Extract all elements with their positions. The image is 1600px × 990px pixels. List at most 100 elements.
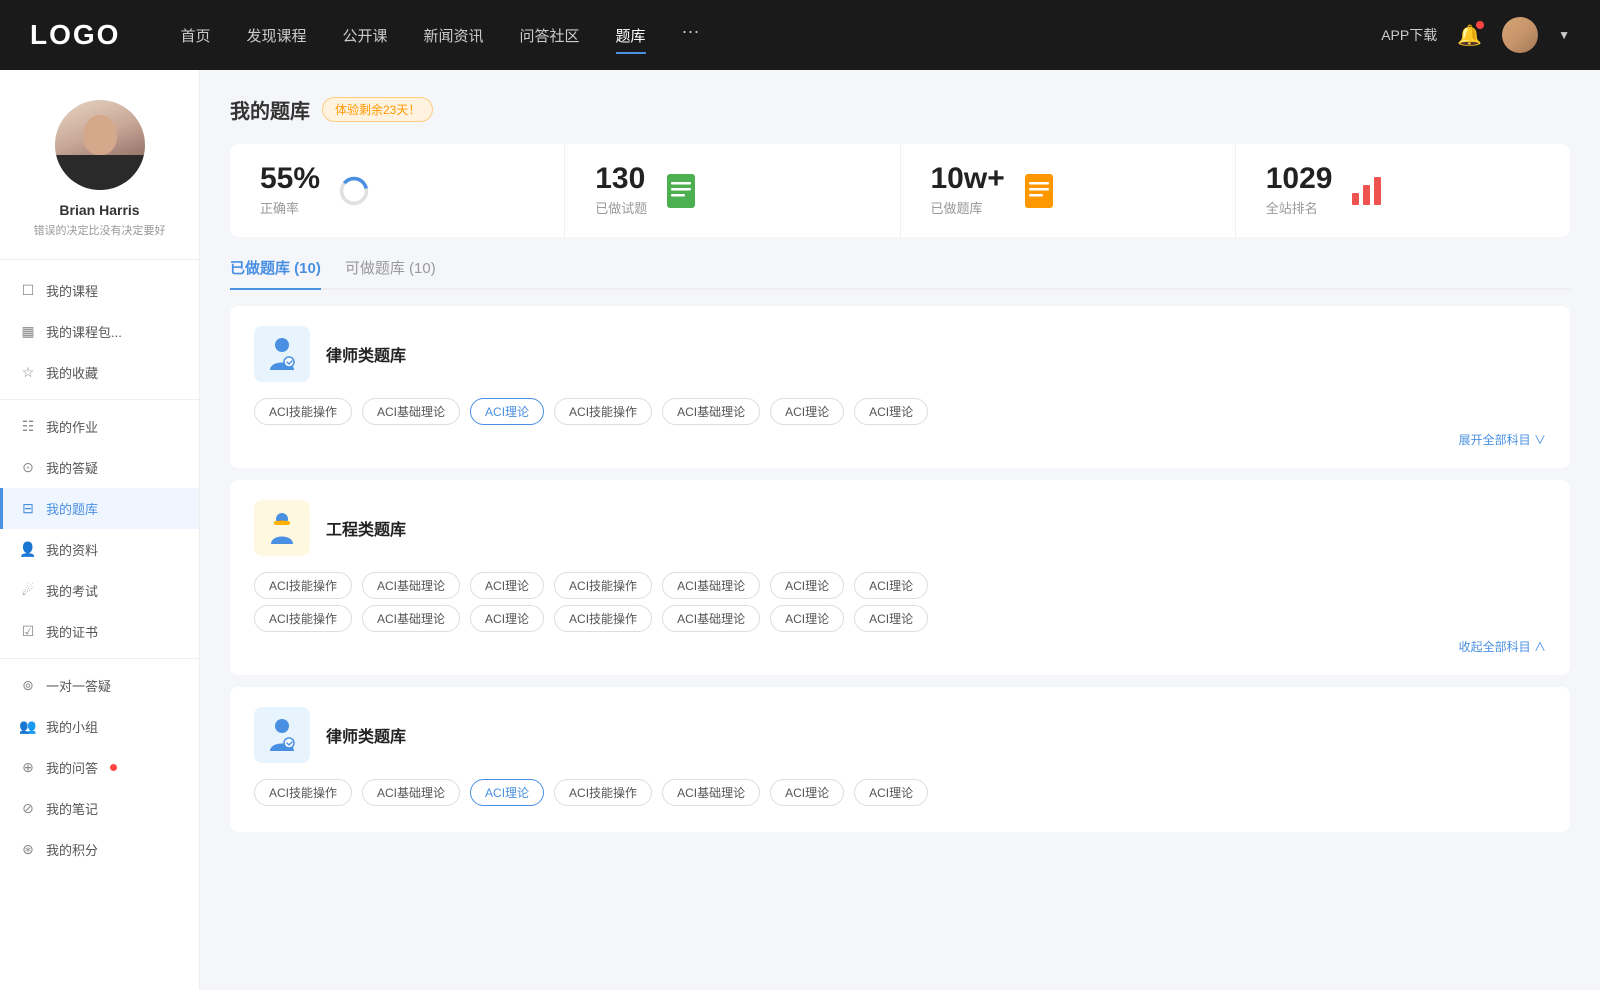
tag[interactable]: ACI理论 [470, 605, 544, 632]
page-title: 我的题库 [230, 95, 310, 124]
done-banks-label: 已做题库 [931, 198, 1005, 217]
user-icon: 👤 [20, 542, 36, 558]
app-download-button[interactable]: APP下载 [1381, 25, 1437, 45]
tabs-row: 已做题库 (10) 可做题库 (10) [230, 257, 1570, 290]
pie-chart-icon [336, 173, 372, 209]
nav-right: APP下载 🔔 ▼ [1381, 17, 1570, 53]
sidebar-item-course-package[interactable]: ▦ 我的课程包... [0, 311, 199, 352]
qbank-title-2: 律师类题库 [326, 723, 406, 747]
sidebar-item-certificate[interactable]: ☑ 我的证书 [0, 611, 199, 652]
trial-badge: 体验剩余23天！ [322, 97, 433, 122]
green-doc-icon [663, 173, 699, 209]
sidebar-item-profile[interactable]: 👤 我的资料 [0, 529, 199, 570]
stat-done-banks: 10w+ 已做题库 [901, 144, 1236, 237]
rank-label: 全站排名 [1266, 198, 1333, 217]
expand-link[interactable]: 展开全部科目 ∨ [254, 431, 1546, 448]
sidebar-item-exam[interactable]: ☄ 我的考试 [0, 570, 199, 611]
tag[interactable]: ACI理论 [470, 572, 544, 599]
tag[interactable]: ACI基础理论 [662, 398, 760, 425]
tag[interactable]: ACI理论 [854, 779, 928, 806]
tag[interactable]: ACI基础理论 [662, 779, 760, 806]
main-content: 我的题库 体验剩余23天！ 55% 正确率 130 [200, 70, 1600, 990]
sidebar-item-points[interactable]: ⊛ 我的积分 [0, 829, 199, 870]
file-icon: ☐ [20, 283, 36, 299]
tag[interactable]: ACI技能操作 [554, 605, 652, 632]
tab-available[interactable]: 可做题库 (10) [345, 257, 436, 288]
logo: LOGO [30, 19, 120, 51]
tag[interactable]: ACI基础理论 [362, 398, 460, 425]
sidebar-item-qbank[interactable]: ⊟ 我的题库 [0, 488, 199, 529]
notification-dot [1476, 21, 1484, 29]
qbank-card-engineer: 工程类题库 ACI技能操作 ACI基础理论 ACI理论 ACI技能操作 ACI基… [230, 480, 1570, 675]
tag[interactable]: ACI技能操作 [554, 779, 652, 806]
tab-done[interactable]: 已做题库 (10) [230, 257, 321, 288]
tag[interactable]: ACI基础理论 [662, 572, 760, 599]
qbank-title: 律师类题库 [326, 342, 406, 366]
notification-bell[interactable]: 🔔 [1457, 23, 1482, 48]
tag[interactable]: ACI基础理论 [362, 605, 460, 632]
sidebar-item-group[interactable]: 👥 我的小组 [0, 706, 199, 747]
stat-accuracy: 55% 正确率 [230, 144, 565, 237]
tag[interactable]: ACI理论 [854, 398, 928, 425]
tag[interactable]: ACI理论 [854, 572, 928, 599]
tags-row-3: ACI技能操作 ACI基础理论 ACI理论 ACI技能操作 ACI基础理论 AC… [254, 779, 1546, 806]
sidebar-item-my-qa[interactable]: ⊕ 我的问答 [0, 747, 199, 788]
tag[interactable]: ACI技能操作 [254, 605, 352, 632]
chevron-down-icon[interactable]: ▼ [1558, 28, 1570, 42]
nav-link-home[interactable]: 首页 [180, 21, 210, 50]
sidebar-item-favorites[interactable]: ☆ 我的收藏 [0, 352, 199, 393]
sidebar-item-my-courses[interactable]: ☐ 我的课程 [0, 270, 199, 311]
bar-chart-icon [1349, 173, 1385, 209]
tag[interactable]: ACI理论 [770, 779, 844, 806]
tag[interactable]: ACI基础理论 [662, 605, 760, 632]
edit-icon: ☷ [20, 419, 36, 435]
nav-link-news[interactable]: 新闻资讯 [424, 21, 484, 50]
tag[interactable]: ACI基础理论 [362, 779, 460, 806]
tag[interactable]: ACI基础理论 [362, 572, 460, 599]
qbank-title: 工程类题库 [326, 516, 406, 540]
sidebar-item-one-on-one[interactable]: ⊚ 一对一答疑 [0, 665, 199, 706]
cert-icon: ☑ [20, 624, 36, 640]
doc-icon: ☄ [20, 583, 36, 599]
profile-avatar [55, 100, 145, 190]
tags-row: ACI技能操作 ACI基础理论 ACI理论 ACI技能操作 ACI基础理论 AC… [254, 398, 1546, 425]
qbank-card-lawyer2: 律师类题库 ACI技能操作 ACI基础理论 ACI理论 ACI技能操作 ACI基… [230, 687, 1570, 832]
tag[interactable]: ACI理论 [770, 605, 844, 632]
sidebar-item-notes[interactable]: ⊘ 我的笔记 [0, 788, 199, 829]
sidebar-item-label: 我的收藏 [46, 363, 98, 382]
tag-active[interactable]: ACI理论 [470, 779, 544, 806]
nav-link-open[interactable]: 公开课 [342, 21, 387, 50]
nav-link-qbank[interactable]: 题库 [616, 21, 646, 50]
done-questions-label: 已做试题 [595, 198, 647, 217]
tag[interactable]: ACI技能操作 [254, 398, 352, 425]
tags-row-2: ACI技能操作 ACI基础理论 ACI理论 ACI技能操作 ACI基础理论 AC… [254, 605, 1546, 632]
tag[interactable]: ACI技能操作 [254, 572, 352, 599]
lawyer-icon-2 [254, 707, 310, 763]
sidebar: Brian Harris 错误的决定比没有决定要好 ☐ 我的课程 ▦ 我的课程包… [0, 70, 200, 990]
nav-link-qa[interactable]: 问答社区 [520, 21, 580, 50]
main-layout: Brian Harris 错误的决定比没有决定要好 ☐ 我的课程 ▦ 我的课程包… [0, 70, 1600, 990]
sidebar-item-homework[interactable]: ☷ 我的作业 [0, 406, 199, 447]
avatar[interactable] [1502, 17, 1538, 53]
nav-more[interactable]: ··· [682, 21, 700, 50]
table-icon: ⊟ [20, 501, 36, 517]
stat-site-rank: 1029 全站排名 [1236, 144, 1570, 237]
tag[interactable]: ACI技能操作 [554, 398, 652, 425]
tag[interactable]: ACI理论 [854, 605, 928, 632]
nav-link-discover[interactable]: 发现课程 [246, 21, 306, 50]
tag[interactable]: ACI理论 [770, 572, 844, 599]
collapse-link[interactable]: 收起全部科目 ∧ [254, 638, 1546, 655]
lawyer-icon [254, 326, 310, 382]
stats-row: 55% 正确率 130 已做试题 [230, 144, 1570, 237]
sidebar-divider [0, 399, 199, 400]
tag-active[interactable]: ACI理论 [470, 398, 544, 425]
profile-name: Brian Harris [59, 202, 139, 218]
stat-done-questions: 130 已做试题 [565, 144, 900, 237]
orange-doc-icon [1021, 173, 1057, 209]
sidebar-item-questions[interactable]: ⊙ 我的答疑 [0, 447, 199, 488]
tag[interactable]: ACI理论 [770, 398, 844, 425]
tag[interactable]: ACI技能操作 [554, 572, 652, 599]
accuracy-number: 55% [260, 164, 320, 194]
tag[interactable]: ACI技能操作 [254, 779, 352, 806]
score-icon: ⊛ [20, 842, 36, 858]
